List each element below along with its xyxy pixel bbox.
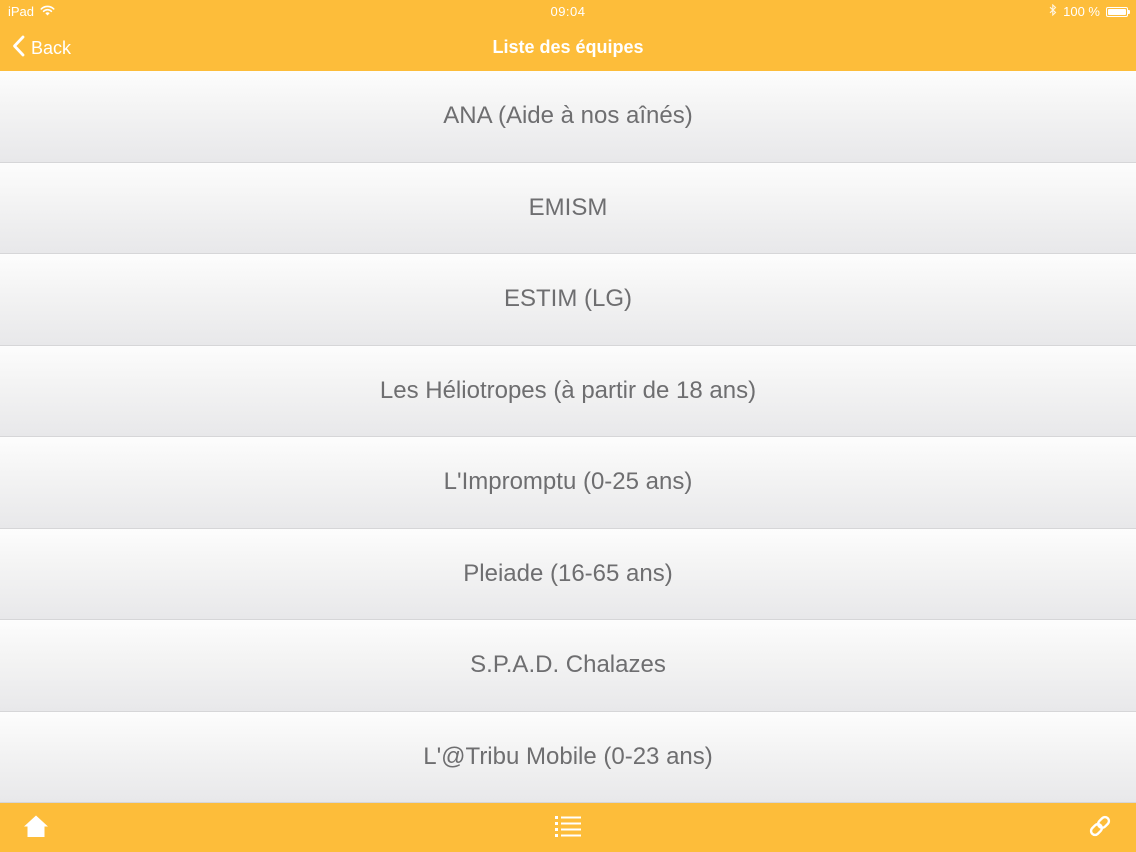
link-tab-button[interactable] xyxy=(1085,813,1115,843)
battery-icon xyxy=(1106,6,1130,17)
team-label: Les Héliotropes (à partir de 18 ans) xyxy=(379,376,757,404)
status-bar: iPad 09:04 100 % xyxy=(0,0,1136,24)
team-list-item[interactable]: Pleiade (16-65 ans) xyxy=(0,528,1136,620)
home-icon xyxy=(23,814,49,843)
navigation-bar: Back Liste des équipes xyxy=(0,24,1136,71)
tab-bar xyxy=(0,803,1136,852)
status-time: 09:04 xyxy=(550,4,586,19)
team-label: ESTIM (LG) xyxy=(503,285,632,313)
home-tab-button[interactable] xyxy=(21,813,51,843)
team-list-item[interactable]: ANA (Aide à nos aînés) xyxy=(0,71,1136,163)
team-list-item[interactable]: L'Impromptu (0-25 ans) xyxy=(0,437,1136,529)
team-list-item[interactable]: L'@Tribu Mobile (0-23 ans) xyxy=(0,711,1136,803)
page-title: Liste des équipes xyxy=(492,37,644,57)
team-list: ANA (Aide à nos aînés) EMISM ESTIM (LG) … xyxy=(0,71,1136,803)
team-list-item[interactable]: EMISM xyxy=(0,162,1136,254)
status-right: 100 % xyxy=(1049,3,1130,19)
team-label: ANA (Aide à nos aînés) xyxy=(443,102,693,130)
bluetooth-icon xyxy=(1049,3,1057,19)
battery-level xyxy=(1108,8,1126,15)
link-icon xyxy=(1088,814,1112,843)
team-label: S.P.A.D. Chalazes xyxy=(470,651,666,679)
team-list-item[interactable]: S.P.A.D. Chalazes xyxy=(0,620,1136,712)
list-tab-button[interactable] xyxy=(553,813,583,843)
team-label: Pleiade (16-65 ans) xyxy=(463,559,673,587)
team-list-item[interactable]: ESTIM (LG) xyxy=(0,254,1136,346)
team-label: EMISM xyxy=(528,193,608,221)
battery-percent: 100 % xyxy=(1063,4,1100,19)
app-screen: iPad 09:04 100 % Back Liste des équipes … xyxy=(0,0,1136,852)
team-label: L'@Tribu Mobile (0-23 ans) xyxy=(423,742,713,770)
team-list-item[interactable]: Les Héliotropes (à partir de 18 ans) xyxy=(0,345,1136,437)
list-icon xyxy=(554,814,582,843)
team-label: L'Impromptu (0-25 ans) xyxy=(443,468,693,496)
